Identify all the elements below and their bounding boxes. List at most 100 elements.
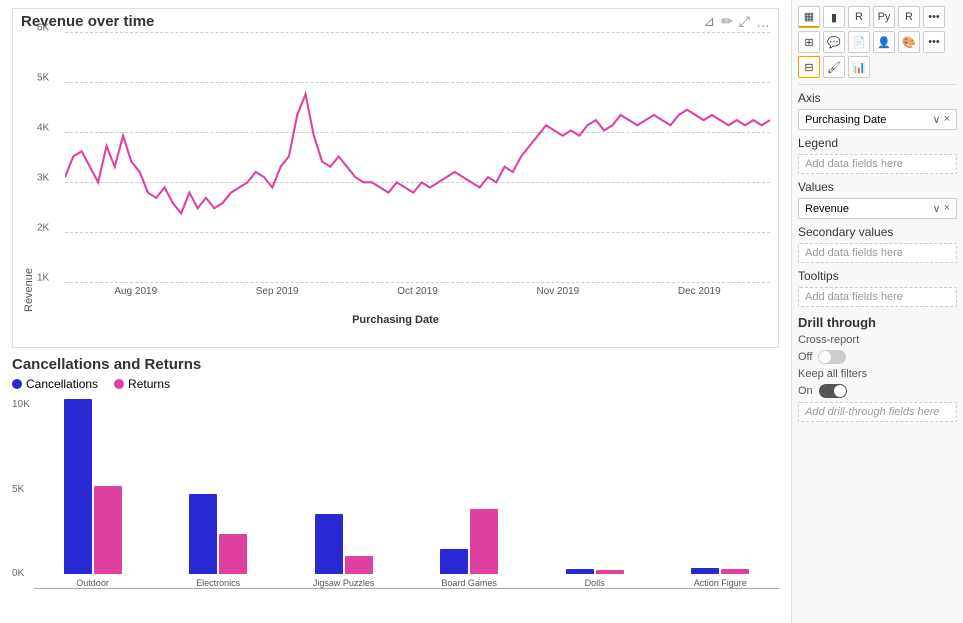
toolbar-person-icon[interactable]: 👤 bbox=[873, 31, 895, 53]
axis-field-actions: ∨ × bbox=[933, 113, 951, 126]
x-label-sep: Sep 2019 bbox=[256, 286, 299, 297]
axis-field-value: Purchasing Date bbox=[805, 114, 886, 126]
keep-filters-label-row: Keep all filters bbox=[798, 368, 957, 380]
bar-boardgames-cancellations bbox=[440, 549, 468, 574]
axis-close-icon[interactable]: × bbox=[944, 113, 950, 126]
bar-electronics-returns bbox=[219, 534, 247, 574]
bar-outdoor-returns bbox=[94, 486, 122, 574]
cross-report-row: Cross-report bbox=[798, 334, 957, 346]
legend-returns: Returns bbox=[114, 377, 170, 391]
chart-header: Revenue over time ⊿ ✏ ⤢ … bbox=[21, 13, 770, 30]
keep-filters-toggle[interactable] bbox=[819, 384, 847, 398]
more-icon[interactable]: … bbox=[756, 14, 770, 30]
values-field[interactable]: Revenue ∨ × bbox=[798, 198, 957, 219]
bar-label-electronics: Electronics bbox=[196, 578, 240, 588]
expand-icon[interactable]: ⤢ bbox=[739, 13, 750, 30]
toolbar-analytics-icon[interactable]: 📊 bbox=[848, 56, 870, 78]
bar-group-electronics: Electronics bbox=[159, 394, 277, 588]
legend: Cancellations Returns bbox=[12, 377, 779, 391]
keep-filters-state-label: On bbox=[798, 385, 813, 397]
bar-y-10k: 10K bbox=[12, 399, 30, 410]
x-axis-title: Purchasing Date bbox=[21, 314, 770, 326]
bar-dolls-returns bbox=[596, 570, 624, 574]
bar-y-5k: 5K bbox=[12, 484, 30, 495]
secondary-values-empty[interactable]: Add data fields here bbox=[798, 243, 957, 263]
toolbar-active-icon[interactable]: ⊟ bbox=[798, 56, 820, 78]
bar-chart-wrapper: 10K 5K 0K Outdoor bbox=[12, 399, 779, 589]
legend-cancellations: Cancellations bbox=[12, 377, 98, 391]
bar-label-boardgames: Board Games bbox=[441, 578, 497, 588]
cross-report-toggle[interactable] bbox=[818, 350, 846, 364]
y-label-2k: 2K bbox=[37, 222, 49, 233]
bar-y-0k: 0K bbox=[12, 568, 30, 579]
line-chart-svg bbox=[65, 32, 770, 281]
toolbar-table-icon[interactable]: ▦ bbox=[798, 6, 820, 28]
bar-label-actionfigure: Action Figure bbox=[694, 578, 747, 588]
toolbar-r-icon[interactable]: R bbox=[898, 6, 920, 28]
filter-icon[interactable]: ⊿ bbox=[703, 13, 715, 30]
values-field-value: Revenue bbox=[805, 203, 849, 215]
right-panel: ▦ ▮ R Py R ••• ⊞ 💬 📄 👤 🎨 ••• ⊟ 🖌 📊 Axis … bbox=[791, 0, 963, 623]
chart-body: Revenue 6K 5K 4K 3K 2K 1K Aug 2019 bbox=[21, 32, 770, 312]
secondary-values-label: Secondary values bbox=[798, 225, 957, 239]
keep-filters-toggle-row: On bbox=[798, 384, 957, 398]
chart-toolbar: ⊿ ✏ ⤢ … bbox=[703, 13, 770, 30]
bar-chart-section: Cancellations and Returns Cancellations … bbox=[12, 356, 779, 615]
y-label-1k: 1K bbox=[37, 272, 49, 283]
add-drill-fields[interactable]: Add drill-through fields here bbox=[798, 402, 957, 422]
bar-group-jigsaw: Jigsaw Puzzles bbox=[285, 394, 403, 588]
drill-through-title: Drill through bbox=[798, 315, 957, 330]
toolbar-bar-icon[interactable]: ▮ bbox=[823, 6, 845, 28]
values-label: Values bbox=[798, 180, 957, 194]
cancellations-dot bbox=[12, 379, 22, 389]
toolbar-doc-icon[interactable]: 📄 bbox=[848, 31, 870, 53]
y-label-5k: 5K bbox=[37, 72, 49, 83]
bar-electronics-cancellations bbox=[189, 494, 217, 574]
chart-area: 6K 5K 4K 3K 2K 1K Aug 2019 Sep 2019 Oct … bbox=[35, 32, 770, 312]
bar-boardgames-returns bbox=[470, 509, 498, 574]
bar-jigsaw-cancellations bbox=[315, 514, 343, 574]
x-label-oct: Oct 2019 bbox=[397, 286, 438, 297]
toolbar-chat-icon[interactable]: 💬 bbox=[823, 31, 845, 53]
bar-label-dolls: Dolls bbox=[585, 578, 605, 588]
x-label-aug: Aug 2019 bbox=[114, 286, 157, 297]
revenue-chart: Revenue over time ⊿ ✏ ⤢ … Revenue 6K 5K … bbox=[12, 8, 779, 348]
values-field-actions: ∨ × bbox=[933, 202, 951, 215]
edit-icon[interactable]: ✏ bbox=[721, 13, 733, 30]
toolbar-more-icon[interactable]: ••• bbox=[923, 6, 945, 28]
x-label-dec: Dec 2019 bbox=[678, 286, 721, 297]
y-label-6k: 6K bbox=[37, 22, 49, 33]
bar-jigsaw-returns bbox=[345, 556, 373, 574]
toolbar-line-icon[interactable]: R bbox=[848, 6, 870, 28]
keep-filters-label: Keep all filters bbox=[798, 368, 867, 380]
bar-label-jigsaw: Jigsaw Puzzles bbox=[313, 578, 375, 588]
cross-report-toggle-row: Off bbox=[798, 350, 957, 364]
bar-outdoor-cancellations bbox=[64, 399, 92, 574]
toolbar-grid-icon[interactable]: ⊞ bbox=[798, 31, 820, 53]
values-chevron-icon[interactable]: ∨ bbox=[933, 202, 941, 215]
toolbar-brush-icon[interactable]: 🖌 bbox=[823, 56, 845, 78]
toolbar-paint-icon[interactable]: 🎨 bbox=[898, 31, 920, 53]
bar-dolls-cancellations bbox=[566, 569, 594, 574]
tooltips-empty[interactable]: Add data fields here bbox=[798, 287, 957, 307]
tooltips-label: Tooltips bbox=[798, 269, 957, 283]
cancellations-label: Cancellations bbox=[26, 377, 98, 391]
returns-dot bbox=[114, 379, 124, 389]
cross-report-label: Cross-report bbox=[798, 334, 859, 346]
axis-label: Axis bbox=[798, 91, 957, 105]
bar-group-dolls: Dolls bbox=[536, 394, 654, 588]
bar-group-boardgames: Board Games bbox=[410, 394, 528, 588]
values-close-icon[interactable]: × bbox=[944, 202, 950, 215]
bar-chart-title: Cancellations and Returns bbox=[12, 356, 779, 373]
axis-field[interactable]: Purchasing Date ∨ × bbox=[798, 109, 957, 130]
toolbar-py-icon[interactable]: Py bbox=[873, 6, 895, 28]
cross-report-state-label: Off bbox=[798, 351, 812, 363]
axis-chevron-icon[interactable]: ∨ bbox=[933, 113, 941, 126]
bar-group-outdoor: Outdoor bbox=[34, 394, 152, 588]
legend-empty[interactable]: Add data fields here bbox=[798, 154, 957, 174]
x-label-nov: Nov 2019 bbox=[536, 286, 579, 297]
y-label-3k: 3K bbox=[37, 172, 49, 183]
y-axis-label: Revenue bbox=[21, 32, 35, 312]
bar-actionfigure-cancellations bbox=[691, 568, 719, 574]
toolbar-extra-more[interactable]: ••• bbox=[923, 31, 945, 53]
